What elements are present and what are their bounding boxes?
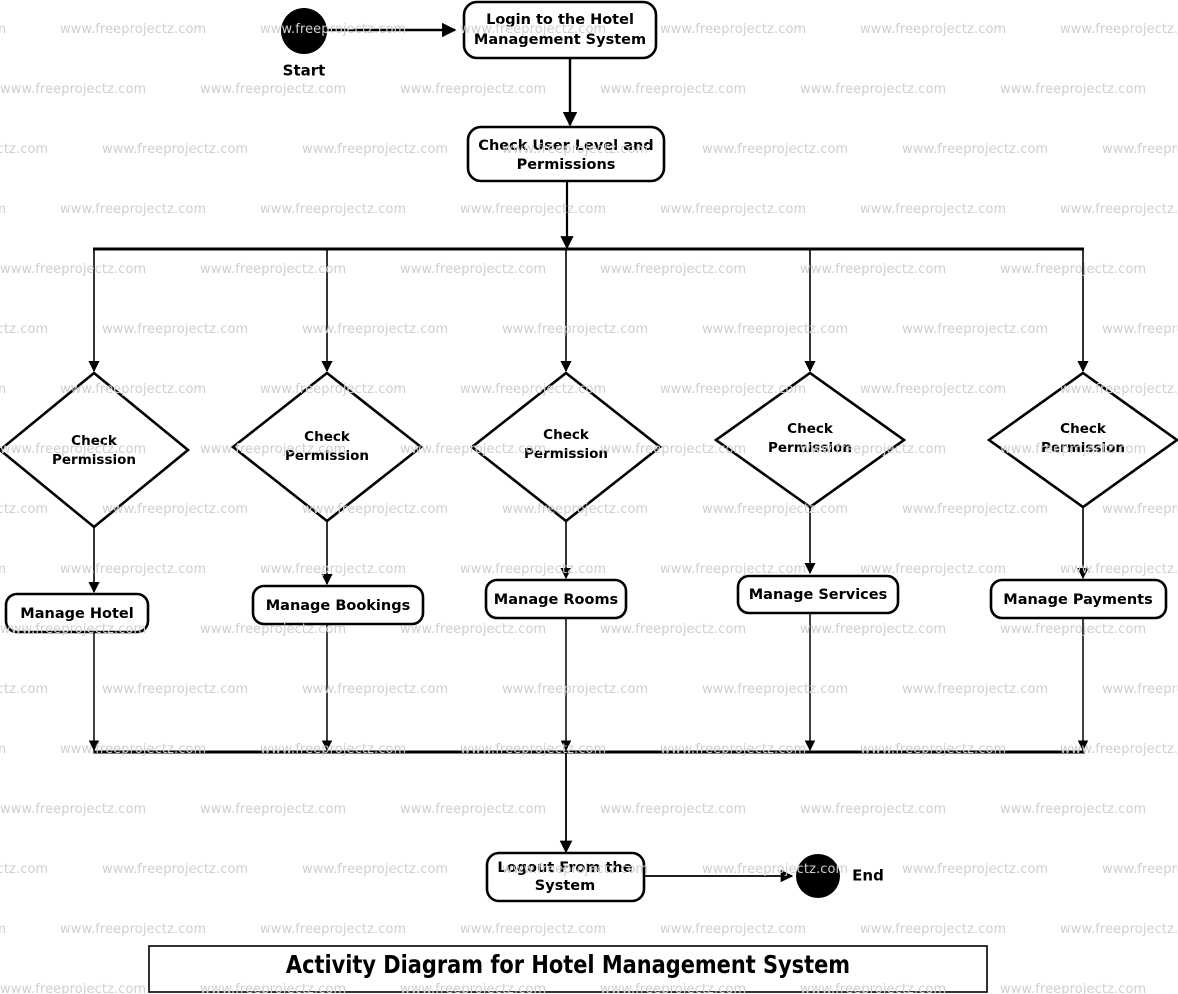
activity-diagram-canvas: Start Login to the Hotel Management Syst… (0, 0, 1178, 994)
decision-4-line1: Check (787, 421, 834, 437)
decision-2 (230, 371, 424, 523)
activity-manage-payments-label: Manage Payments (1003, 592, 1152, 608)
activity-check-user-level-line1: Check User Level and (478, 138, 653, 154)
activity-login (462, 0, 658, 60)
activity-check-user-level-line2: Permissions (517, 157, 616, 173)
decision-2-line1: Check (304, 429, 351, 445)
decision-5-line2: Permission (1041, 440, 1125, 456)
activity-login-label-line1: Login to the Hotel (486, 12, 634, 28)
decision-1-line1: Check (71, 433, 118, 449)
activity-login-label-line2: Management System (474, 32, 646, 48)
activity-logout-line1: Logout From the (497, 860, 632, 876)
activity-manage-hotel-label: Manage Hotel (20, 606, 133, 622)
decision-4-line2: Permission (768, 440, 852, 456)
decision-5-line1: Check (1060, 421, 1107, 437)
decision-3-line1: Check (543, 427, 590, 443)
end-node (796, 854, 840, 898)
decision-3-line2: Permission (524, 446, 608, 462)
activity-logout-line2: System (535, 878, 595, 894)
start-node (281, 8, 327, 54)
decision-2-line2: Permission (285, 448, 369, 464)
diagram-title: Activity Diagram for Hotel Management Sy… (286, 950, 850, 979)
decision-1-line2: Permission (52, 452, 136, 468)
activity-diagram-svg: Start Login to the Hotel Management Syst… (0, 0, 1178, 993)
end-node-label: End (852, 867, 884, 885)
activity-manage-services-label: Manage Services (749, 587, 888, 603)
start-node-label: Start (283, 62, 326, 80)
activity-manage-rooms-label: Manage Rooms (494, 592, 618, 608)
activity-manage-bookings-label: Manage Bookings (266, 598, 411, 614)
decision-1 (0, 371, 191, 529)
